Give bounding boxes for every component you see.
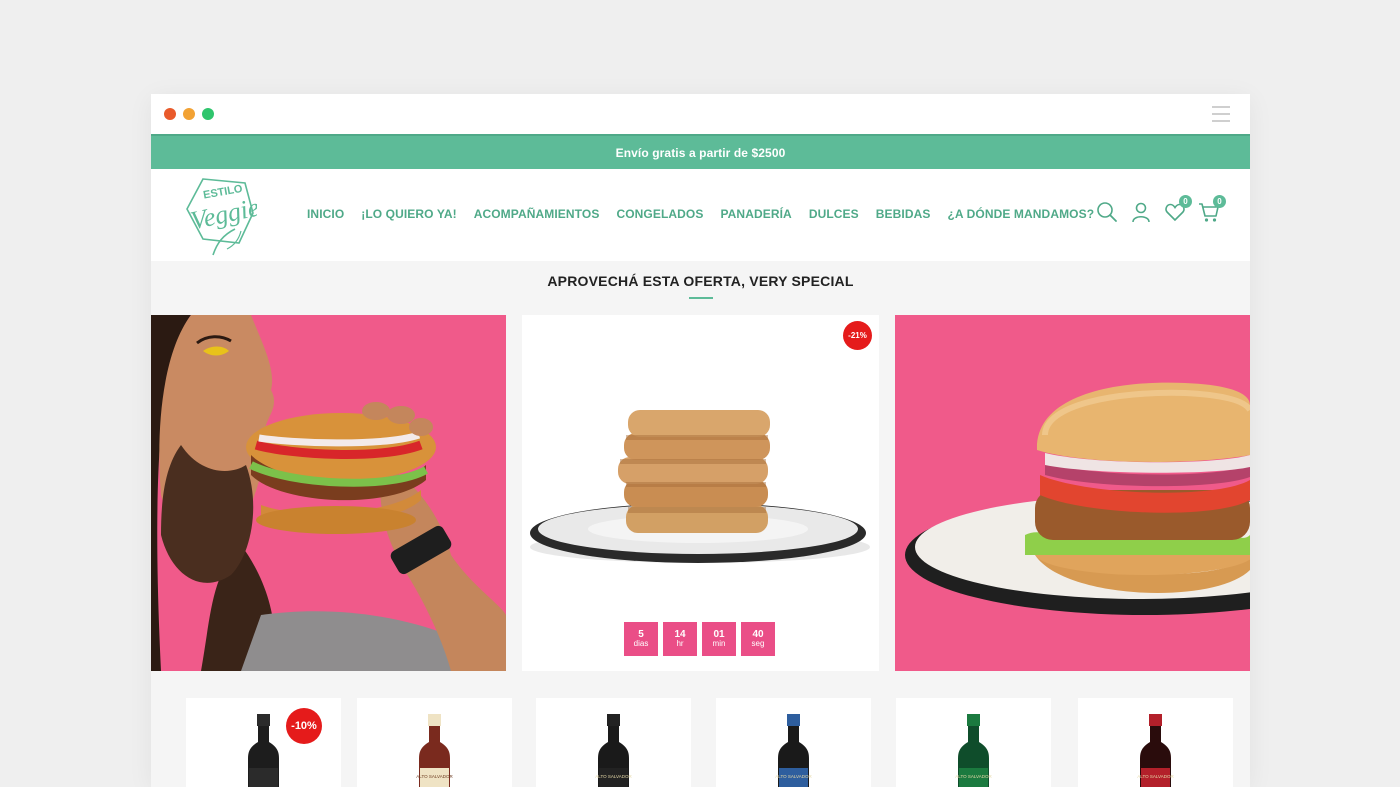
- bottle-label-text: ALTO SALVADOR: [955, 774, 992, 779]
- estilo-veggie-logo[interactable]: ESTILO Veggie: [183, 173, 257, 257]
- nav-item[interactable]: ACOMPAÑAMIENTOS: [474, 207, 600, 221]
- countdown-box: 01 min: [702, 622, 736, 656]
- product-card[interactable]: ALTO SALVADOR: [1078, 698, 1233, 787]
- wine-bottle-image: [248, 714, 279, 787]
- product-discount-badge: -10%: [286, 708, 322, 744]
- countdown-unit: dias: [633, 639, 649, 649]
- header-actions: 0 0: [1096, 195, 1226, 223]
- burger-plate-image[interactable]: [895, 315, 1250, 671]
- wine-bottle-image: ALTO SALVADOR: [595, 714, 632, 787]
- cart-count-badge: 0: [1213, 195, 1226, 208]
- nav-item[interactable]: PANADERÍA: [720, 207, 791, 221]
- hamburger-icon[interactable]: [1212, 106, 1230, 122]
- countdown-unit: hr: [676, 639, 684, 649]
- maximize-window-dot[interactable]: [202, 108, 214, 120]
- product-card[interactable]: ALTO SALVADOR: [357, 698, 512, 787]
- user-icon[interactable]: [1130, 201, 1152, 223]
- product-strip: -10% ALTO SALVADOR ALTO SALVADOR ALTO SALVA…: [151, 698, 1250, 787]
- close-window-dot[interactable]: [164, 108, 176, 120]
- shipping-promo-bar: Envío gratis a partir de $2500: [151, 134, 1250, 169]
- cart-icon[interactable]: 0: [1198, 195, 1226, 223]
- bottle-label-text: ALTO SALVADOR: [595, 774, 632, 779]
- nav-item[interactable]: ¡LO QUIERO YA!: [361, 207, 456, 221]
- promo-text: Envío gratis a partir de $2500: [615, 145, 786, 160]
- bottle-label-text: ALTO SALVADOR: [416, 774, 453, 779]
- discount-badge: -21%: [843, 321, 872, 350]
- wine-bottle-image: ALTO SALVADOR: [775, 714, 812, 787]
- countdown-box: 5 dias: [624, 622, 658, 656]
- product-card[interactable]: ALTO SALVADOR: [716, 698, 871, 787]
- countdown-unit: seg: [751, 639, 765, 649]
- wine-bottle-image: ALTO SALVADOR: [955, 714, 992, 787]
- burger-eating-image[interactable]: [151, 315, 506, 671]
- logo-text-main: Veggie: [188, 193, 257, 236]
- browser-window: Envío gratis a partir de $2500 ESTILO Ve…: [151, 94, 1250, 787]
- offer-section-title: APROVECHÁ ESTA OFERTA, VERY SPECIAL: [547, 273, 854, 289]
- site-header: ESTILO Veggie INICIO ¡LO QUIERO YA! ACOMPA…: [151, 169, 1250, 261]
- product-card[interactable]: -10%: [186, 698, 341, 787]
- bottle-label-text: ALTO SALVADOR: [775, 774, 812, 779]
- offer-countdown: 5 dias 14 hr 01 min 40 seg: [624, 622, 775, 656]
- featured-offer-card[interactable]: -21% 5 dias 14 hr 01 min 40 seg: [522, 315, 879, 671]
- wine-bottle-image: ALTO SALVADOR: [1137, 714, 1174, 787]
- bottle-label-text: ALTO SALVADOR: [1137, 774, 1174, 779]
- search-icon[interactable]: [1096, 201, 1118, 223]
- nav-item[interactable]: DULCES: [809, 207, 859, 221]
- nav-item[interactable]: ¿A DÓNDE MANDAMOS?: [947, 207, 1094, 221]
- nav-item[interactable]: BEBIDAS: [876, 207, 931, 221]
- heart-icon[interactable]: 0: [1164, 195, 1192, 223]
- wine-bottle-image: ALTO SALVADOR: [416, 714, 453, 787]
- nav-item[interactable]: CONGELADOS: [616, 207, 703, 221]
- nav-item[interactable]: INICIO: [307, 207, 344, 221]
- title-underline: [689, 297, 713, 299]
- main-navigation: INICIO ¡LO QUIERO YA! ACOMPAÑAMIENTOS CONGE…: [307, 207, 1111, 221]
- countdown-unit: min: [712, 639, 726, 649]
- window-titlebar: [151, 94, 1250, 134]
- medallions-product-image[interactable]: [522, 315, 879, 671]
- wishlist-count-badge: 0: [1179, 195, 1192, 208]
- product-card[interactable]: ALTO SALVADOR: [536, 698, 691, 787]
- minimize-window-dot[interactable]: [183, 108, 195, 120]
- countdown-box: 40 seg: [741, 622, 775, 656]
- countdown-box: 14 hr: [663, 622, 697, 656]
- product-card[interactable]: ALTO SALVADOR: [896, 698, 1051, 787]
